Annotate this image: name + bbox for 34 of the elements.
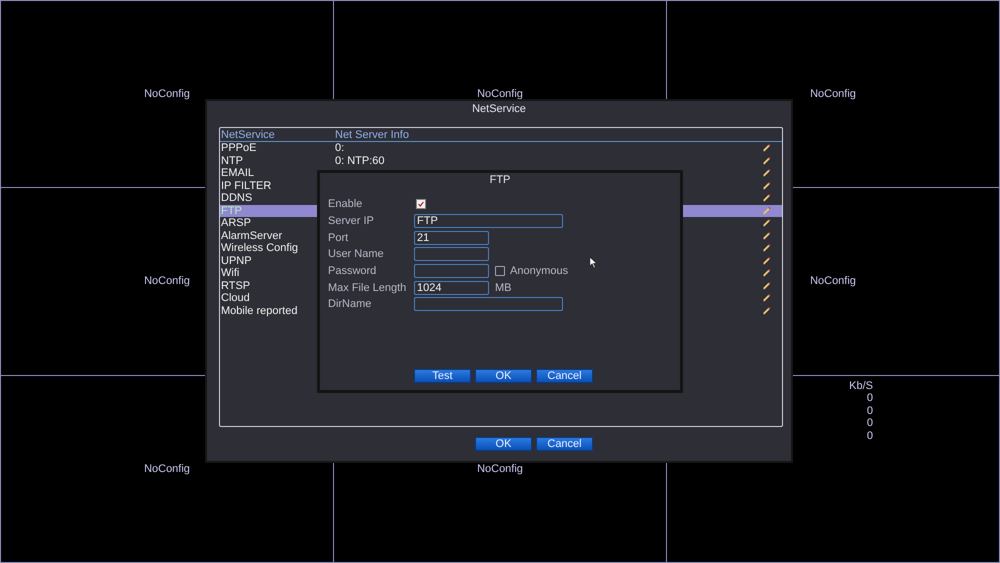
service-name: NTP bbox=[220, 154, 244, 167]
tile-status: NoConfig bbox=[144, 462, 190, 475]
bitrate-value: 0 bbox=[866, 430, 873, 442]
field-label: DirName bbox=[328, 298, 372, 310]
dialog-title: FTP bbox=[488, 173, 512, 188]
dialog-title: NetService bbox=[471, 102, 527, 117]
service-name: PPPoE bbox=[220, 142, 258, 154]
tile-status: NoConfig bbox=[477, 88, 523, 100]
field-label: Port bbox=[328, 232, 350, 244]
service-name: IP FILTER bbox=[220, 180, 272, 192]
field-label: User Name bbox=[328, 248, 385, 260]
service-name: EMAIL bbox=[220, 167, 256, 180]
field-label: Server IP bbox=[328, 215, 375, 228]
service-info: 0: bbox=[335, 142, 344, 154]
bitrate-value: 0 bbox=[866, 404, 873, 418]
column-header: NetService bbox=[220, 129, 276, 141]
service-info: 0: NTP:60 bbox=[335, 154, 385, 166]
tile-status: NoConfig bbox=[810, 88, 856, 100]
unit-label: MB bbox=[495, 282, 512, 294]
bitrate-value: 0 bbox=[866, 417, 873, 430]
field-label: Password bbox=[328, 265, 378, 278]
service-name: Mobile reported bbox=[220, 304, 298, 317]
service-name: FTP bbox=[220, 204, 243, 217]
column-header: Net Server Info bbox=[335, 129, 410, 141]
tile-status: NoConfig bbox=[144, 88, 190, 100]
tile-status: NoConfig bbox=[144, 275, 190, 288]
checkbox-label: Anonymous bbox=[510, 265, 568, 278]
bitrate-value: 0 bbox=[866, 392, 873, 405]
field-label: Enable bbox=[328, 198, 364, 210]
tile-status: NoConfig bbox=[477, 462, 523, 475]
bitrate-header: Kb/S bbox=[849, 380, 873, 392]
field-label: Max File Length bbox=[328, 282, 408, 294]
service-name: UPNP bbox=[220, 254, 253, 267]
tile-status: NoConfig bbox=[810, 275, 856, 288]
